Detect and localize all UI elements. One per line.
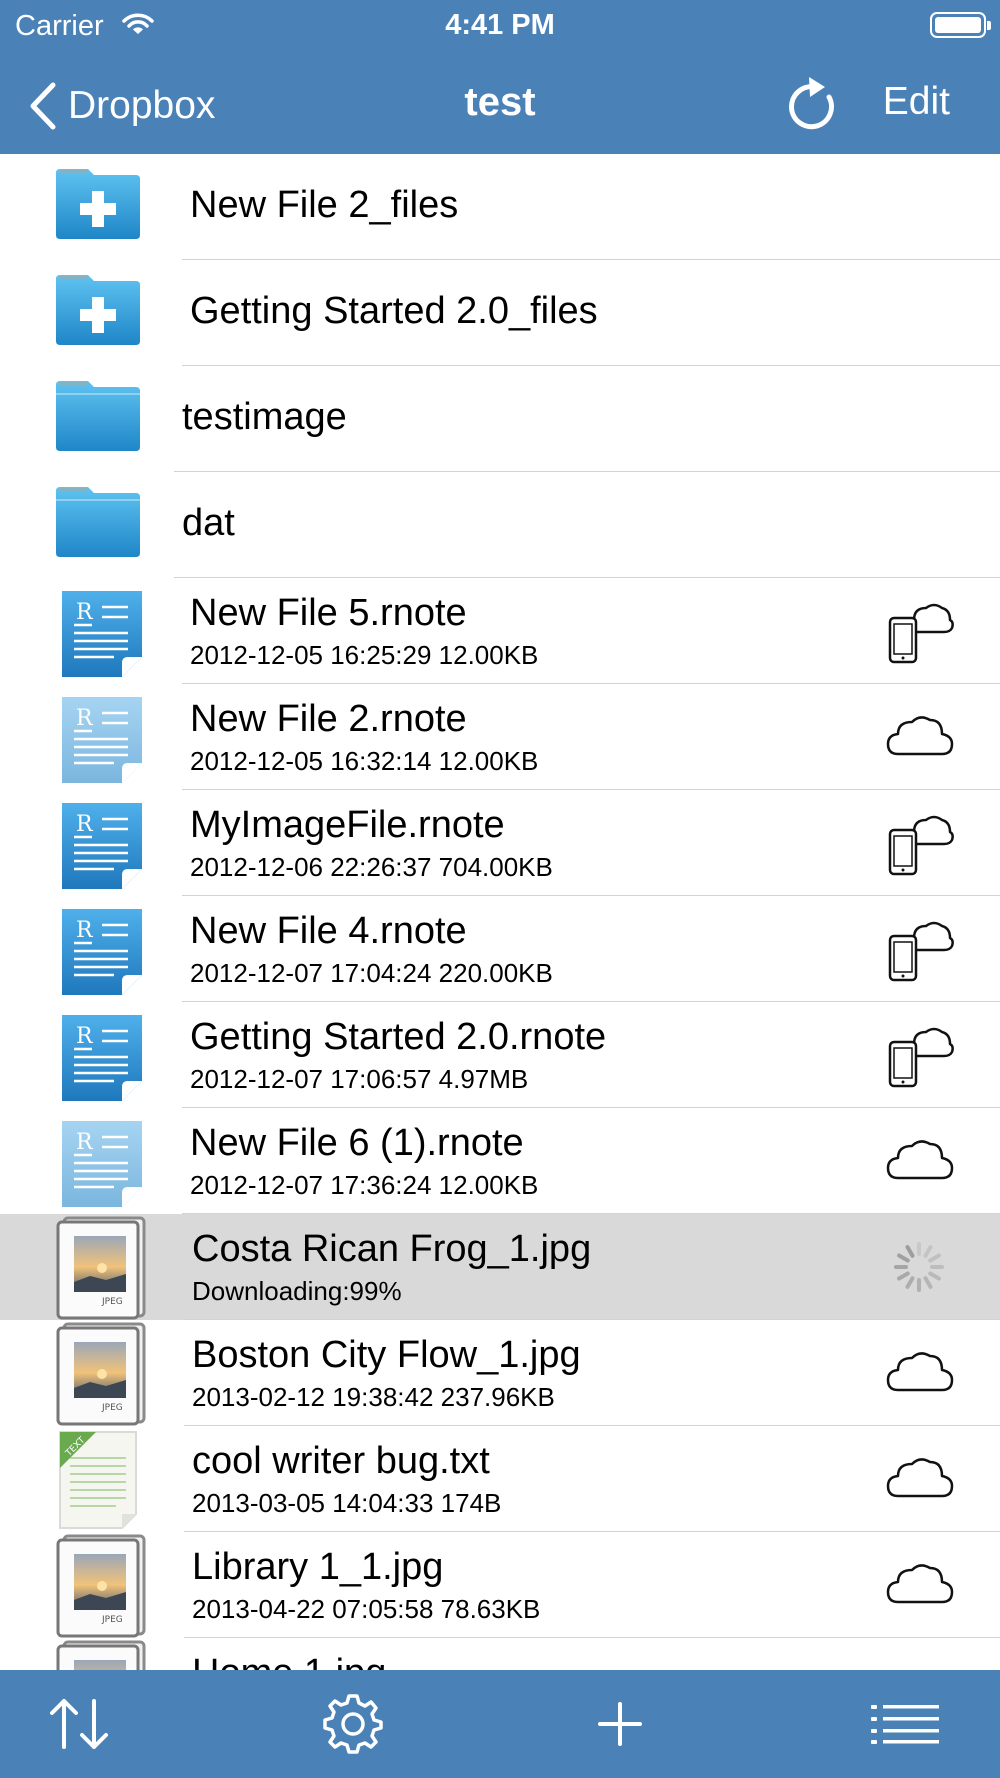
file-name: cool writer bug.txt xyxy=(192,1440,490,1482)
file-name: Home 1.jpg xyxy=(192,1652,386,1670)
cloud-icon[interactable] xyxy=(884,1550,954,1620)
clock: 4:41 PM xyxy=(445,9,555,41)
chevron-left-icon xyxy=(30,82,56,130)
folder-row[interactable]: Getting Started 2.0_files xyxy=(0,260,1000,366)
file-name: New File 2_files xyxy=(190,184,459,226)
synced-device-cloud-icon[interactable] xyxy=(884,1020,954,1090)
rnote-file-faded-icon: R xyxy=(58,1119,146,1214)
svg-text:R: R xyxy=(76,1024,94,1049)
file-name: Costa Rican Frog_1.jpg xyxy=(192,1228,592,1270)
file-name: Library 1_1.jpg xyxy=(192,1546,444,1588)
folder-plus-icon xyxy=(54,271,142,352)
jpeg-file-icon: JPEG xyxy=(56,1322,148,1431)
file-name: Getting Started 2.0.rnote xyxy=(190,1016,607,1058)
cloud-icon[interactable] xyxy=(884,1656,954,1670)
svg-text:R: R xyxy=(76,600,94,625)
svg-text:JPEG: JPEG xyxy=(101,1403,123,1413)
file-row[interactable]: JPEG Costa Rican Frog_1.jpg Downloading:9… xyxy=(0,1214,1000,1320)
list-view-icon xyxy=(871,1705,939,1744)
file-details: 2013-04-22 07:05:58 78.63KB xyxy=(192,1594,541,1624)
file-row[interactable]: R New File 2.rnote 2012-12-05 16:32:14 12… xyxy=(0,684,1000,790)
folder-row[interactable]: dat xyxy=(0,472,1000,578)
add-button[interactable] xyxy=(585,1692,655,1756)
synced-device-cloud-icon[interactable] xyxy=(884,914,954,984)
text-file-icon: TEXT xyxy=(56,1428,148,1537)
navigation-header: Carrier 4:41 PM Dropbox test Edit xyxy=(0,0,1000,154)
file-row[interactable]: JPEG Boston City Flow_1.jpg 2013-02-12 19… xyxy=(0,1320,1000,1426)
svg-text:JPEG: JPEG xyxy=(101,1615,123,1625)
file-name: New File 4.rnote xyxy=(190,910,467,952)
battery-icon xyxy=(930,12,991,38)
file-details: 2012-12-07 17:04:24 220.00KB xyxy=(190,958,553,988)
file-row[interactable]: JPEG Library 1_1.jpg 2013-04-22 07:05:58 … xyxy=(0,1532,1000,1638)
file-details: 2013-03-05 14:04:33 174B xyxy=(192,1488,502,1518)
edit-button[interactable]: Edit xyxy=(883,80,950,124)
file-list[interactable]: New File 2_files Getting Started 2.0_fil… xyxy=(0,154,1000,1670)
cloud-icon[interactable] xyxy=(884,1126,954,1196)
folder-icon xyxy=(54,483,142,564)
file-name: dat xyxy=(182,502,235,544)
folder-icon xyxy=(54,377,142,458)
file-row[interactable]: JPEG Home 1.jpg xyxy=(0,1638,1000,1670)
file-row[interactable]: R Getting Started 2.0.rnote 2012-12-07 17… xyxy=(0,1002,1000,1108)
rnote-file-icon: R xyxy=(58,907,146,1002)
file-name: New File 5.rnote xyxy=(190,592,467,634)
settings-gear-icon xyxy=(323,1694,383,1754)
back-button[interactable]: Dropbox xyxy=(28,76,215,136)
loading-spinner-icon xyxy=(884,1232,954,1302)
synced-device-cloud-icon[interactable] xyxy=(884,596,954,666)
file-row[interactable]: R New File 4.rnote 2012-12-07 17:04:24 22… xyxy=(0,896,1000,1002)
file-row[interactable]: R MyImageFile.rnote 2012-12-06 22:26:37 7… xyxy=(0,790,1000,896)
file-details: 2012-12-05 16:25:29 12.00KB xyxy=(190,640,539,670)
synced-device-cloud-icon[interactable] xyxy=(884,808,954,878)
file-row[interactable]: R New File 5.rnote 2012-12-05 16:25:29 12… xyxy=(0,578,1000,684)
file-name: testimage xyxy=(182,396,347,438)
add-plus-icon xyxy=(598,1702,642,1746)
file-details: 2013-02-12 19:38:42 237.96KB xyxy=(192,1382,555,1412)
cloud-icon[interactable] xyxy=(884,702,954,772)
file-name: Boston City Flow_1.jpg xyxy=(192,1334,581,1376)
back-label: Dropbox xyxy=(68,84,216,127)
file-details: 2012-12-07 17:06:57 4.97MB xyxy=(190,1064,529,1094)
folder-row[interactable]: testimage xyxy=(0,366,1000,472)
svg-text:R: R xyxy=(76,1130,94,1155)
file-details: Downloading:99% xyxy=(192,1276,402,1306)
status-bar: Carrier 4:41 PM xyxy=(0,0,1000,50)
svg-text:R: R xyxy=(76,706,94,731)
rnote-file-icon: R xyxy=(58,801,146,896)
jpeg-file-icon: JPEG xyxy=(56,1216,148,1325)
rnote-file-icon: R xyxy=(58,1013,146,1108)
file-details: 2012-12-06 22:26:37 704.00KB xyxy=(190,852,553,882)
navbar: Dropbox test Edit xyxy=(0,60,1000,150)
list-view-button[interactable] xyxy=(870,1692,940,1756)
rnote-file-icon: R xyxy=(58,589,146,684)
cloud-icon[interactable] xyxy=(884,1444,954,1514)
file-name: Getting Started 2.0_files xyxy=(190,290,598,332)
refresh-icon[interactable] xyxy=(785,75,841,135)
file-name: MyImageFile.rnote xyxy=(190,804,505,846)
file-name: New File 6 (1).rnote xyxy=(190,1122,524,1164)
rnote-file-faded-icon: R xyxy=(58,695,146,790)
svg-text:R: R xyxy=(76,918,94,943)
bottom-toolbar xyxy=(0,1670,1000,1778)
file-details: 2012-12-07 17:36:24 12.00KB xyxy=(190,1170,539,1200)
sort-icon xyxy=(50,1699,108,1749)
jpeg-file-icon: JPEG xyxy=(56,1640,148,1670)
settings-button[interactable] xyxy=(318,1692,388,1756)
folder-row[interactable]: New File 2_files xyxy=(0,154,1000,260)
cloud-icon[interactable] xyxy=(884,1338,954,1408)
svg-text:R: R xyxy=(76,812,94,837)
file-row[interactable]: TEXT cool writer bug.txt 2013-03-05 14:04… xyxy=(0,1426,1000,1532)
file-name: New File 2.rnote xyxy=(190,698,467,740)
file-row[interactable]: R New File 6 (1).rnote 2012-12-07 17:36:2… xyxy=(0,1108,1000,1214)
jpeg-file-icon: JPEG xyxy=(56,1534,148,1643)
sort-button[interactable] xyxy=(44,1692,114,1756)
folder-plus-icon xyxy=(54,165,142,246)
file-details: 2012-12-05 16:32:14 12.00KB xyxy=(190,746,539,776)
svg-text:JPEG: JPEG xyxy=(101,1297,123,1307)
